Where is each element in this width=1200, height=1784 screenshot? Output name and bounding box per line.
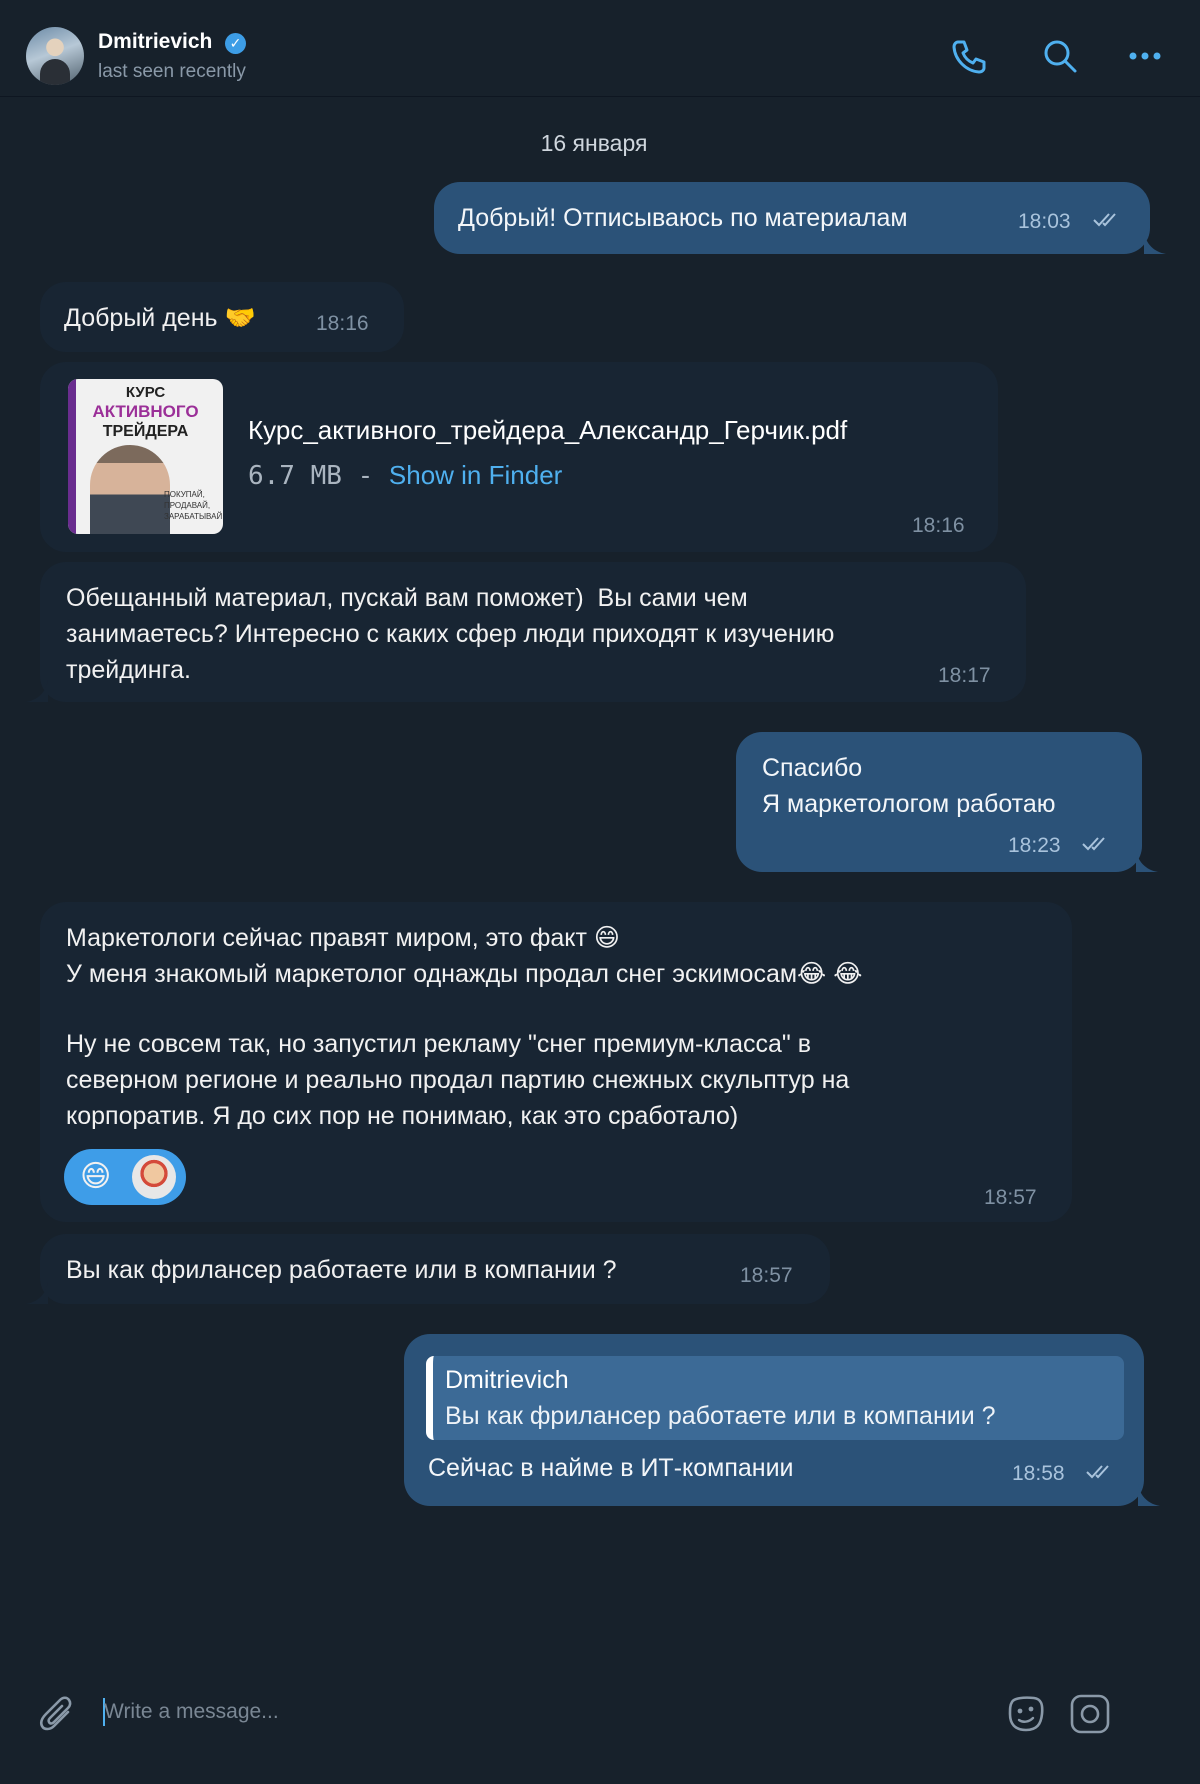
verified-badge-icon: ✓ — [225, 33, 246, 54]
contact-name[interactable]: Dmitrievich — [98, 30, 212, 54]
message-outgoing[interactable]: Добрый! Отписываюсь по материалам 18:03 — [434, 182, 1150, 254]
file-name[interactable]: Курс_активного_трейдера_Александр_Герчик… — [248, 412, 847, 448]
phone-icon[interactable] — [948, 36, 988, 76]
message-text: Вы как фрилансер работаете или в компани… — [66, 1256, 617, 1284]
show-in-finder-link[interactable]: Show in Finder — [389, 460, 562, 490]
bubble-tail — [26, 680, 48, 702]
message-line: Обещанный материал, пускай вам поможет) … — [66, 584, 748, 612]
bubble-tail — [26, 1282, 48, 1304]
read-checks-icon — [1082, 837, 1105, 851]
message-line: трейдинга. — [66, 656, 191, 684]
thumb-tagline: ПОКУПАЙ, ПРОДАВАЙ, ЗАРАБАТЫВАЙ — [164, 490, 223, 521]
reply-quote[interactable]: Dmitrievich Вы как фрилансер работаете и… — [426, 1356, 1124, 1440]
message-line: Маркетологи сейчас правят миром, это фак… — [66, 924, 620, 952]
message-incoming[interactable]: Маркетологи сейчас правят миром, это фак… — [40, 902, 1072, 1222]
reaction-pill[interactable]: 😄 — [64, 1149, 186, 1205]
reactor-avatar — [132, 1155, 176, 1199]
message-incoming[interactable]: Обещанный материал, пускай вам поможет) … — [40, 562, 1026, 702]
message-time: 18:57 — [740, 1264, 793, 1287]
message-line: занимаетесь? Интересно с каких сфер люди… — [66, 620, 835, 648]
file-thumbnail[interactable]: КУРС АКТИВНОГО ТРЕЙДЕРА ПОКУПАЙ, ПРОДАВА… — [68, 379, 223, 534]
file-size: 6.7 MB - Show in Finder — [248, 457, 562, 494]
message-input[interactable]: Write a message... — [104, 1700, 279, 1724]
more-icon[interactable] — [1125, 36, 1165, 76]
reply-text: Вы как фрилансер работаете или в компани… — [445, 1402, 996, 1430]
attach-icon[interactable] — [38, 1694, 78, 1738]
message-text: Добрый день 🤝 — [64, 304, 256, 332]
camera-icon[interactable] — [1068, 1692, 1112, 1736]
message-line: Ну не совсем так, но запустил рекламу "с… — [66, 1030, 812, 1058]
reaction-emoji: 😄 — [80, 1160, 112, 1193]
message-time: 18:58 — [1012, 1462, 1065, 1485]
message-incoming[interactable]: Добрый день 🤝 18:16 — [40, 282, 404, 352]
bubble-tail — [1144, 232, 1166, 254]
message-incoming[interactable]: Вы как фрилансер работаете или в компани… — [40, 1234, 830, 1304]
message-time: 18:16 — [912, 514, 965, 537]
thumb-title-3: ТРЕЙДЕРА — [102, 423, 189, 440]
message-outgoing-reply[interactable]: Dmitrievich Вы как фрилансер работаете и… — [404, 1334, 1144, 1506]
message-time: 18:57 — [984, 1186, 1037, 1209]
message-line: корпоратив. Я до сих пор не понимаю, как… — [66, 1102, 739, 1130]
search-icon[interactable] — [1040, 36, 1080, 76]
message-line: Спасибо — [762, 754, 863, 782]
message-time: 18:23 — [1008, 834, 1061, 857]
chat-header: Dmitrievich ✓ last seen recently — [0, 0, 1200, 97]
message-time: 18:16 — [316, 312, 369, 335]
bubble-tail — [1136, 850, 1158, 872]
reply-author: Dmitrievich — [445, 1366, 569, 1394]
thumb-title-2: АКТИВНОГО — [92, 402, 199, 421]
message-text: Сейчас в найме в ИТ-компании — [428, 1454, 794, 1482]
date-separator: 16 января — [540, 130, 648, 156]
message-line: северном регионе и реально продал партию… — [66, 1066, 850, 1094]
message-outgoing[interactable]: Спасибо Я маркетологом работаю 18:23 — [736, 732, 1142, 872]
avatar[interactable] — [26, 27, 84, 85]
contact-status: last seen recently — [98, 61, 246, 82]
author-photo — [90, 445, 170, 534]
message-file[interactable]: КУРС АКТИВНОГО ТРЕЙДЕРА ПОКУПАЙ, ПРОДАВА… — [40, 362, 998, 552]
sticker-icon[interactable] — [1004, 1692, 1048, 1736]
read-checks-icon — [1093, 213, 1116, 227]
message-text: Добрый! Отписываюсь по материалам — [458, 204, 908, 232]
message-line: У меня знакомый маркетолог однажды прода… — [66, 960, 863, 988]
message-time: 18:03 — [1018, 210, 1071, 233]
file-size-value: 6.7 MB - — [248, 461, 374, 491]
thumb-title-1: КУРС — [125, 384, 166, 401]
read-checks-icon — [1086, 1465, 1109, 1479]
bubble-tail — [1138, 1484, 1160, 1506]
message-line: Я маркетологом работаю — [762, 790, 1056, 818]
message-time: 18:17 — [938, 664, 991, 687]
